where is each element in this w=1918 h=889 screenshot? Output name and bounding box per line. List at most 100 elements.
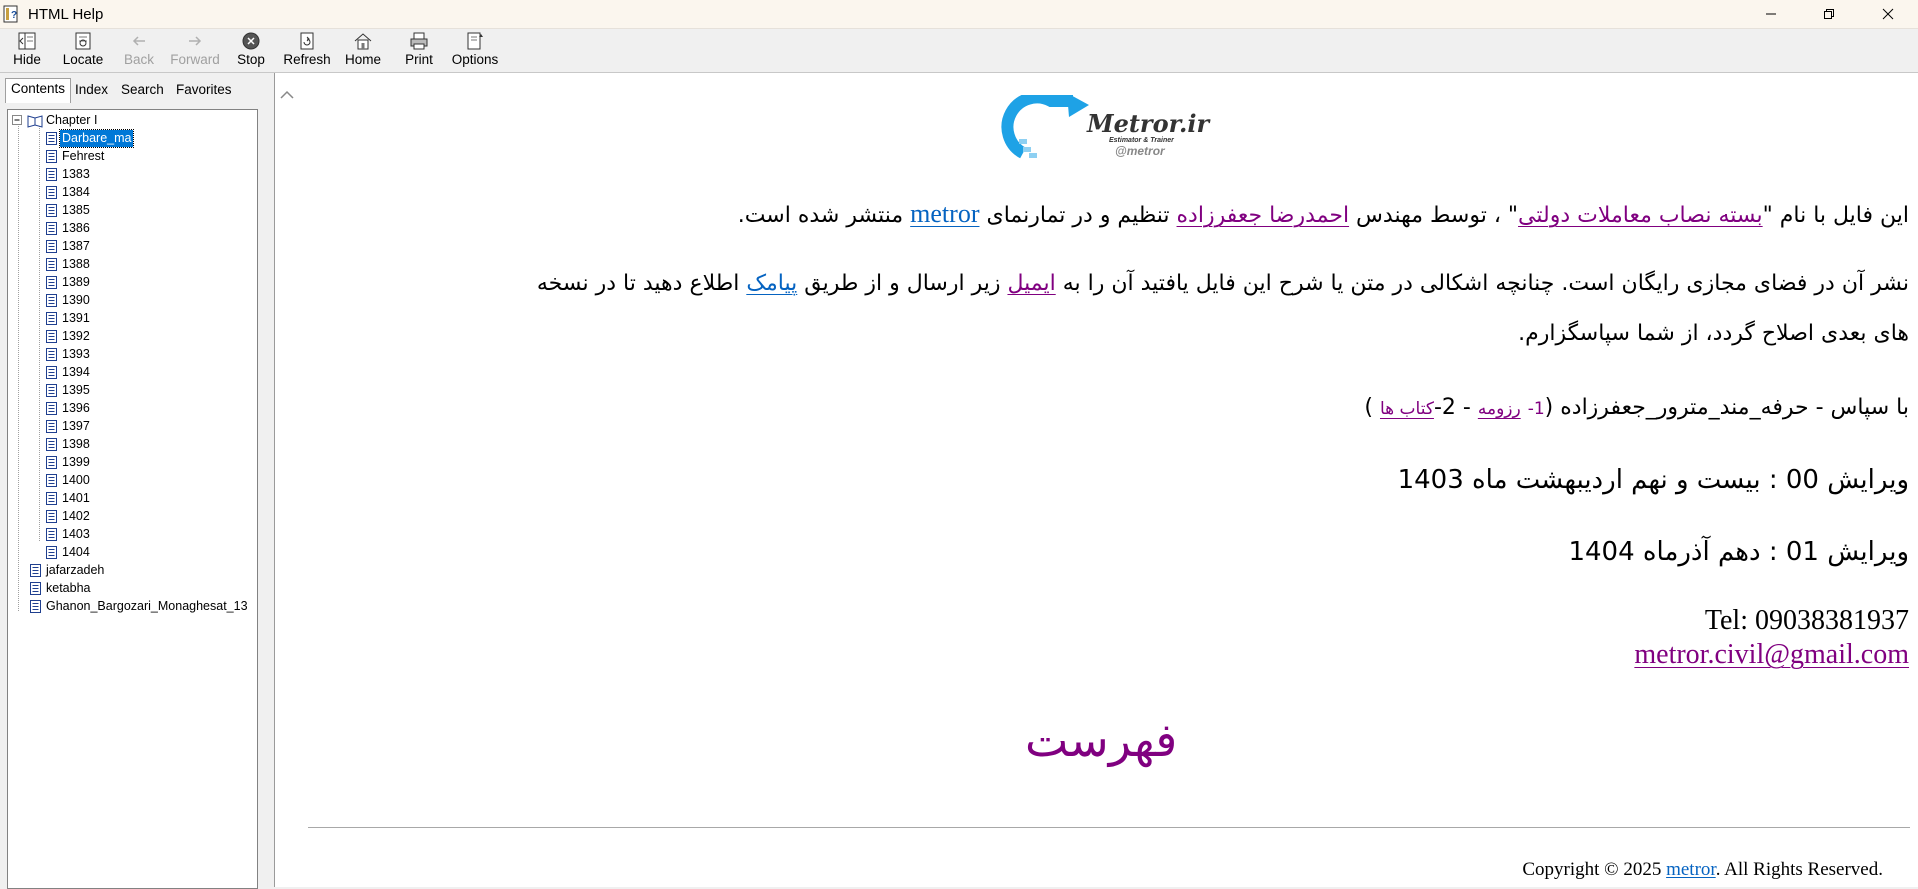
- page-icon: [46, 330, 57, 343]
- feedback-paragraph-line2: های بعدی اصلاح گردد، از شما سپاسگزارم.: [1518, 321, 1909, 346]
- stop-button[interactable]: Stop: [225, 31, 277, 71]
- stop-icon: [242, 32, 260, 50]
- page-icon: [46, 456, 57, 469]
- tab-index[interactable]: Index: [70, 80, 113, 102]
- title-bar: ? HTML Help: [0, 0, 1918, 29]
- logo-tagline: Estimator & Trainer: [1109, 137, 1174, 144]
- page-icon: [46, 492, 57, 505]
- page-icon: [30, 582, 41, 595]
- divider: [308, 827, 1910, 828]
- page-icon: [46, 186, 57, 199]
- tree-item-label: 1393: [62, 347, 90, 361]
- pane-splitter[interactable]: [264, 73, 274, 887]
- tree-item-label: 1401: [62, 491, 90, 505]
- tab-favorites[interactable]: Favorites: [171, 80, 237, 102]
- page-icon: [46, 510, 57, 523]
- page-icon: [46, 132, 57, 145]
- tree-chapter-label: Chapter I: [46, 113, 98, 127]
- collapse-icon: [12, 115, 22, 125]
- minimize-icon: [1766, 13, 1776, 15]
- scroll-up-icon[interactable]: [277, 86, 299, 104]
- tree-item-label: 1392: [62, 329, 90, 343]
- forward-arrow-icon: [189, 36, 202, 46]
- tree-item-label: 1402: [62, 509, 90, 523]
- navigation-pane: Contents Index Search Favorites Chapter …: [0, 73, 264, 889]
- tree-item-label: 1396: [62, 401, 90, 415]
- page-icon: [30, 600, 41, 613]
- tree-item-label: Ghanon_Bargozari_Monaghesat_13: [46, 599, 248, 613]
- tree-item-label: 1400: [62, 473, 90, 487]
- print-button[interactable]: Print: [393, 31, 445, 71]
- tab-contents[interactable]: Contents: [5, 78, 72, 103]
- tab-search[interactable]: Search: [116, 80, 169, 102]
- page-icon: [46, 474, 57, 487]
- back-button[interactable]: Back: [113, 31, 165, 71]
- page-icon: [30, 564, 41, 577]
- page-icon: [46, 150, 57, 163]
- books-link[interactable]: کتاب ها: [1380, 399, 1434, 419]
- back-arrow-icon: [132, 36, 145, 46]
- email-link[interactable]: ایمیل: [1007, 271, 1055, 296]
- page-icon: [46, 204, 57, 217]
- metror-logo: Metror.ir Estimator & Trainer @metror: [999, 91, 1221, 161]
- tree-item-label: 1404: [62, 545, 90, 559]
- refresh-button[interactable]: Refresh: [281, 31, 333, 71]
- tree-item-label: 1386: [62, 221, 90, 235]
- logo-brand: Metror.ir: [1087, 109, 1210, 138]
- page-icon: [46, 384, 57, 397]
- restore-button[interactable]: [1806, 0, 1852, 28]
- copyright-metror-link[interactable]: metror: [1666, 859, 1716, 880]
- tree-item-label: jafarzadeh: [46, 563, 105, 577]
- tree-item-label: 1388: [62, 257, 90, 271]
- home-button[interactable]: Home: [337, 31, 389, 71]
- author-link[interactable]: احمدرضا جعفرزاده: [1177, 203, 1350, 228]
- tree-item-label: 1384: [62, 185, 90, 199]
- resume-link[interactable]: رزومه: [1478, 399, 1521, 419]
- restore-icon: [1824, 9, 1834, 19]
- hide-button[interactable]: Hide: [1, 31, 53, 71]
- forward-button[interactable]: Forward: [169, 31, 221, 71]
- page-icon: [46, 546, 57, 559]
- thanks-line: با سپاس - حرفه_مند_مترور_جعفرزاده (1- رز…: [1364, 395, 1909, 420]
- tree-item-label: 1398: [62, 437, 90, 451]
- page-icon: [46, 420, 57, 433]
- tree-item-label: Fehrest: [62, 149, 105, 163]
- tree-item-label: 1399: [62, 455, 90, 469]
- page-icon: [46, 366, 57, 379]
- page-icon: [46, 402, 57, 415]
- metror-site-link[interactable]: metror: [910, 199, 979, 228]
- page-icon: [46, 438, 57, 451]
- email-address-link[interactable]: metror.civil@gmail.com: [1634, 639, 1909, 671]
- hide-pane-icon: [18, 32, 36, 50]
- sms-link[interactable]: پیامک: [746, 271, 797, 296]
- printer-icon: [410, 32, 428, 50]
- intro-paragraph: این فایل با نام "بسته نصاب معاملات دولتی…: [737, 199, 1909, 228]
- refresh-icon: [300, 32, 314, 50]
- options-button[interactable]: Options: [449, 31, 501, 71]
- tree-item-label: 1390: [62, 293, 90, 307]
- page-icon: [46, 222, 57, 235]
- feedback-paragraph: نشر آن در فضای مجازی رایگان است. چنانچه …: [536, 271, 1909, 296]
- minimize-button[interactable]: [1748, 0, 1794, 28]
- edition-00: ویرایش 00 : بیست و نهم اردیبهشت ماه 1403: [1397, 465, 1909, 495]
- page-icon: [46, 294, 57, 307]
- tree-item-label: Darbare_ma: [58, 129, 135, 148]
- contents-tree[interactable]: Chapter I Darbare_ma Fehrest 1383 1384 1385 13…: [7, 109, 258, 889]
- page-icon: [46, 348, 57, 361]
- tree-item-label: ketabha: [46, 581, 91, 595]
- tree-item-label: 1391: [62, 311, 90, 325]
- package-link[interactable]: بسته نصاب معاملات دولتی: [1518, 203, 1763, 228]
- content-pane: Metror.ir Estimator & Trainer @metror ای…: [274, 73, 1918, 887]
- page-icon: [46, 276, 57, 289]
- help-book-icon: ?: [3, 5, 18, 23]
- phone-number: Tel: 09038381937: [1704, 605, 1909, 636]
- tree-item-label: 1389: [62, 275, 90, 289]
- locate-button[interactable]: Locate: [57, 31, 109, 71]
- options-icon: [467, 32, 483, 50]
- copyright-line: Copyright © 2025 metror. All Rights Rese…: [1522, 859, 1883, 880]
- tree-item-label: 1385: [62, 203, 90, 217]
- close-button[interactable]: [1865, 0, 1911, 28]
- fehrest-heading[interactable]: فهرست: [1025, 713, 1177, 767]
- tree-item-label: 1397: [62, 419, 90, 433]
- logo-handle: @metror: [1115, 144, 1165, 158]
